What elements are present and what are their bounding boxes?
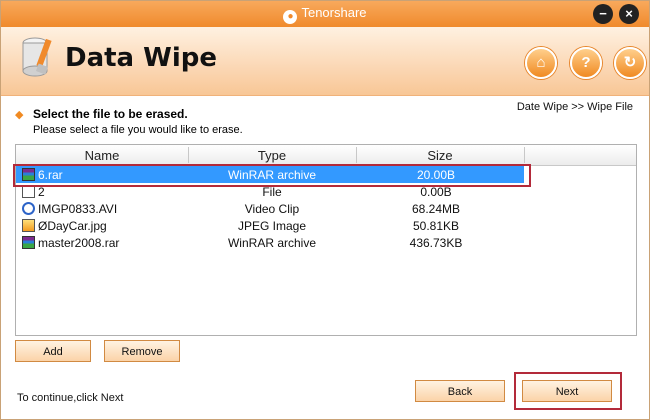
tenorshare-logo-icon: ● (283, 10, 298, 24)
file-name: IMGP0833.AVI (38, 202, 118, 216)
image-file-icon (22, 219, 35, 232)
minimize-button[interactable]: − (593, 4, 613, 24)
rar-icon (22, 236, 35, 249)
file-type: JPEG Image (237, 219, 307, 233)
file-size: 50.81KB (412, 219, 460, 233)
file-name: 6.rar (38, 168, 63, 182)
file-row[interactable]: 2 File 0.00B (16, 183, 636, 200)
next-button[interactable]: Next (522, 380, 612, 402)
help-button[interactable]: ? (570, 47, 602, 79)
file-size: 436.73KB (409, 236, 463, 250)
update-button[interactable]: ↻ (614, 47, 646, 79)
home-button[interactable]: ⌂ (525, 47, 557, 79)
back-button[interactable]: Back (415, 380, 505, 402)
rar-icon (22, 168, 35, 181)
app-title: Data Wipe (65, 43, 217, 73)
step-title: Select the file to be erased. (33, 107, 188, 121)
file-size: 0.00B (420, 185, 452, 199)
add-button[interactable]: Add (15, 340, 91, 362)
app-header: Data Wipe ⌂ ? ↻ (1, 27, 649, 96)
file-type: Video Clip (244, 202, 300, 216)
column-header-size[interactable]: Size (356, 148, 524, 163)
remove-button[interactable]: Remove (104, 340, 180, 362)
data-wipe-window: ● Tenorshare − × Data Wipe ⌂ ? ↻ ◆ Select… (0, 0, 650, 420)
file-list[interactable]: Name Type Size 6.rar WinRAR archive 20.0… (15, 144, 637, 336)
file-icon (22, 185, 35, 198)
brand-name: Tenorshare (301, 5, 367, 20)
file-size: 20.00B (416, 168, 456, 182)
file-row[interactable]: IMGP0833.AVI Video Clip 68.24MB (16, 200, 636, 217)
file-row[interactable]: master2008.rar WinRAR archive 436.73KB (16, 234, 636, 251)
step-marker-icon: ◆ (15, 109, 24, 121)
file-type: File (262, 185, 282, 199)
brand: ● Tenorshare (1, 5, 649, 24)
video-file-icon (22, 202, 35, 215)
column-header-type[interactable]: Type (188, 148, 356, 163)
file-name: ØDayCar.jpg (38, 219, 107, 233)
file-type: WinRAR archive (227, 168, 317, 182)
title-bar: ● Tenorshare − × (1, 1, 649, 27)
file-name: master2008.rar (38, 236, 120, 250)
data-wipe-icon (22, 37, 52, 77)
status-text: To continue,click Next (17, 392, 124, 404)
step-description: Please select a file you would like to e… (33, 124, 243, 136)
file-type: WinRAR archive (227, 236, 317, 250)
column-header-name[interactable]: Name (16, 148, 188, 163)
file-row[interactable]: ØDayCar.jpg JPEG Image 50.81KB (16, 217, 636, 234)
file-list-header: Name Type Size (16, 145, 636, 166)
close-button[interactable]: × (619, 4, 639, 24)
file-row[interactable]: 6.rar WinRAR archive 20.00B (16, 166, 524, 183)
file-name: 2 (38, 185, 45, 199)
breadcrumb: Date Wipe >> Wipe File (516, 101, 633, 113)
file-size: 68.24MB (411, 202, 461, 216)
